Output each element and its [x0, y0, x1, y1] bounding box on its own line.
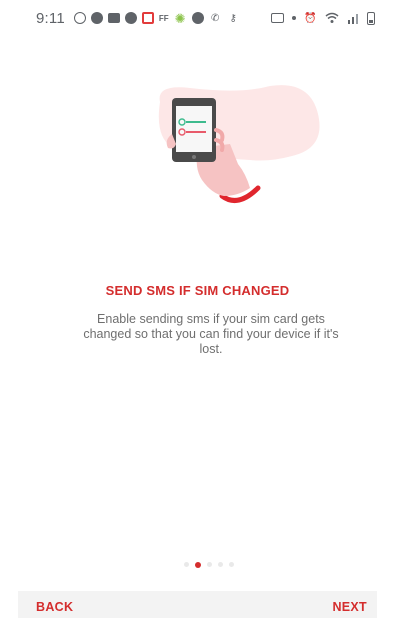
next-button[interactable]: NEXT	[332, 600, 367, 614]
status-bar: 9:11 FF ✺ ✆ ⚷ ⏰	[0, 0, 395, 36]
page-dot-5	[228, 562, 234, 567]
dot-icon	[292, 16, 296, 20]
book-icon	[107, 13, 120, 23]
ff-icon: FF	[158, 13, 169, 23]
wifi-icon	[325, 12, 339, 23]
phone-call-icon: ✆	[210, 12, 220, 24]
camera-icon	[271, 13, 284, 23]
whatsapp-icon	[73, 12, 86, 24]
key-icon: ⚷	[229, 12, 237, 24]
signal-icon	[348, 14, 358, 24]
alarm-icon: ⏰	[304, 12, 317, 24]
messenger-icon	[90, 12, 103, 24]
status-left: 9:11 FF ✺ ✆ ⚷	[36, 10, 240, 27]
status-time: 9:11	[36, 9, 65, 27]
gear-icon: ✺	[174, 10, 186, 26]
facebook-icon	[124, 12, 137, 24]
status-right: ⏰	[271, 11, 375, 25]
phone-home-button	[192, 155, 196, 159]
page-dot-4	[217, 562, 223, 567]
page-indicator	[0, 561, 395, 568]
onboarding-description: Enable sending sms if your sim card gets…	[83, 312, 339, 356]
onboarding-title: SEND SMS IF SIM CHANGED	[105, 283, 290, 298]
battery-icon	[367, 11, 375, 25]
messenger-icon-2	[191, 12, 204, 24]
page-dot-2-active	[194, 561, 201, 568]
back-button[interactable]: BACK	[36, 600, 73, 614]
onboarding-screen: 9:11 FF ✺ ✆ ⚷ ⏰ SEND SMS IF SIM CHANGED …	[0, 0, 395, 618]
hand-phone-illustration	[158, 85, 320, 203]
bottom-navigation-bar: BACK NEXT	[18, 591, 377, 618]
page-dot-3	[206, 562, 212, 567]
page-dot-1	[183, 562, 189, 567]
notification-square-icon	[141, 12, 154, 24]
